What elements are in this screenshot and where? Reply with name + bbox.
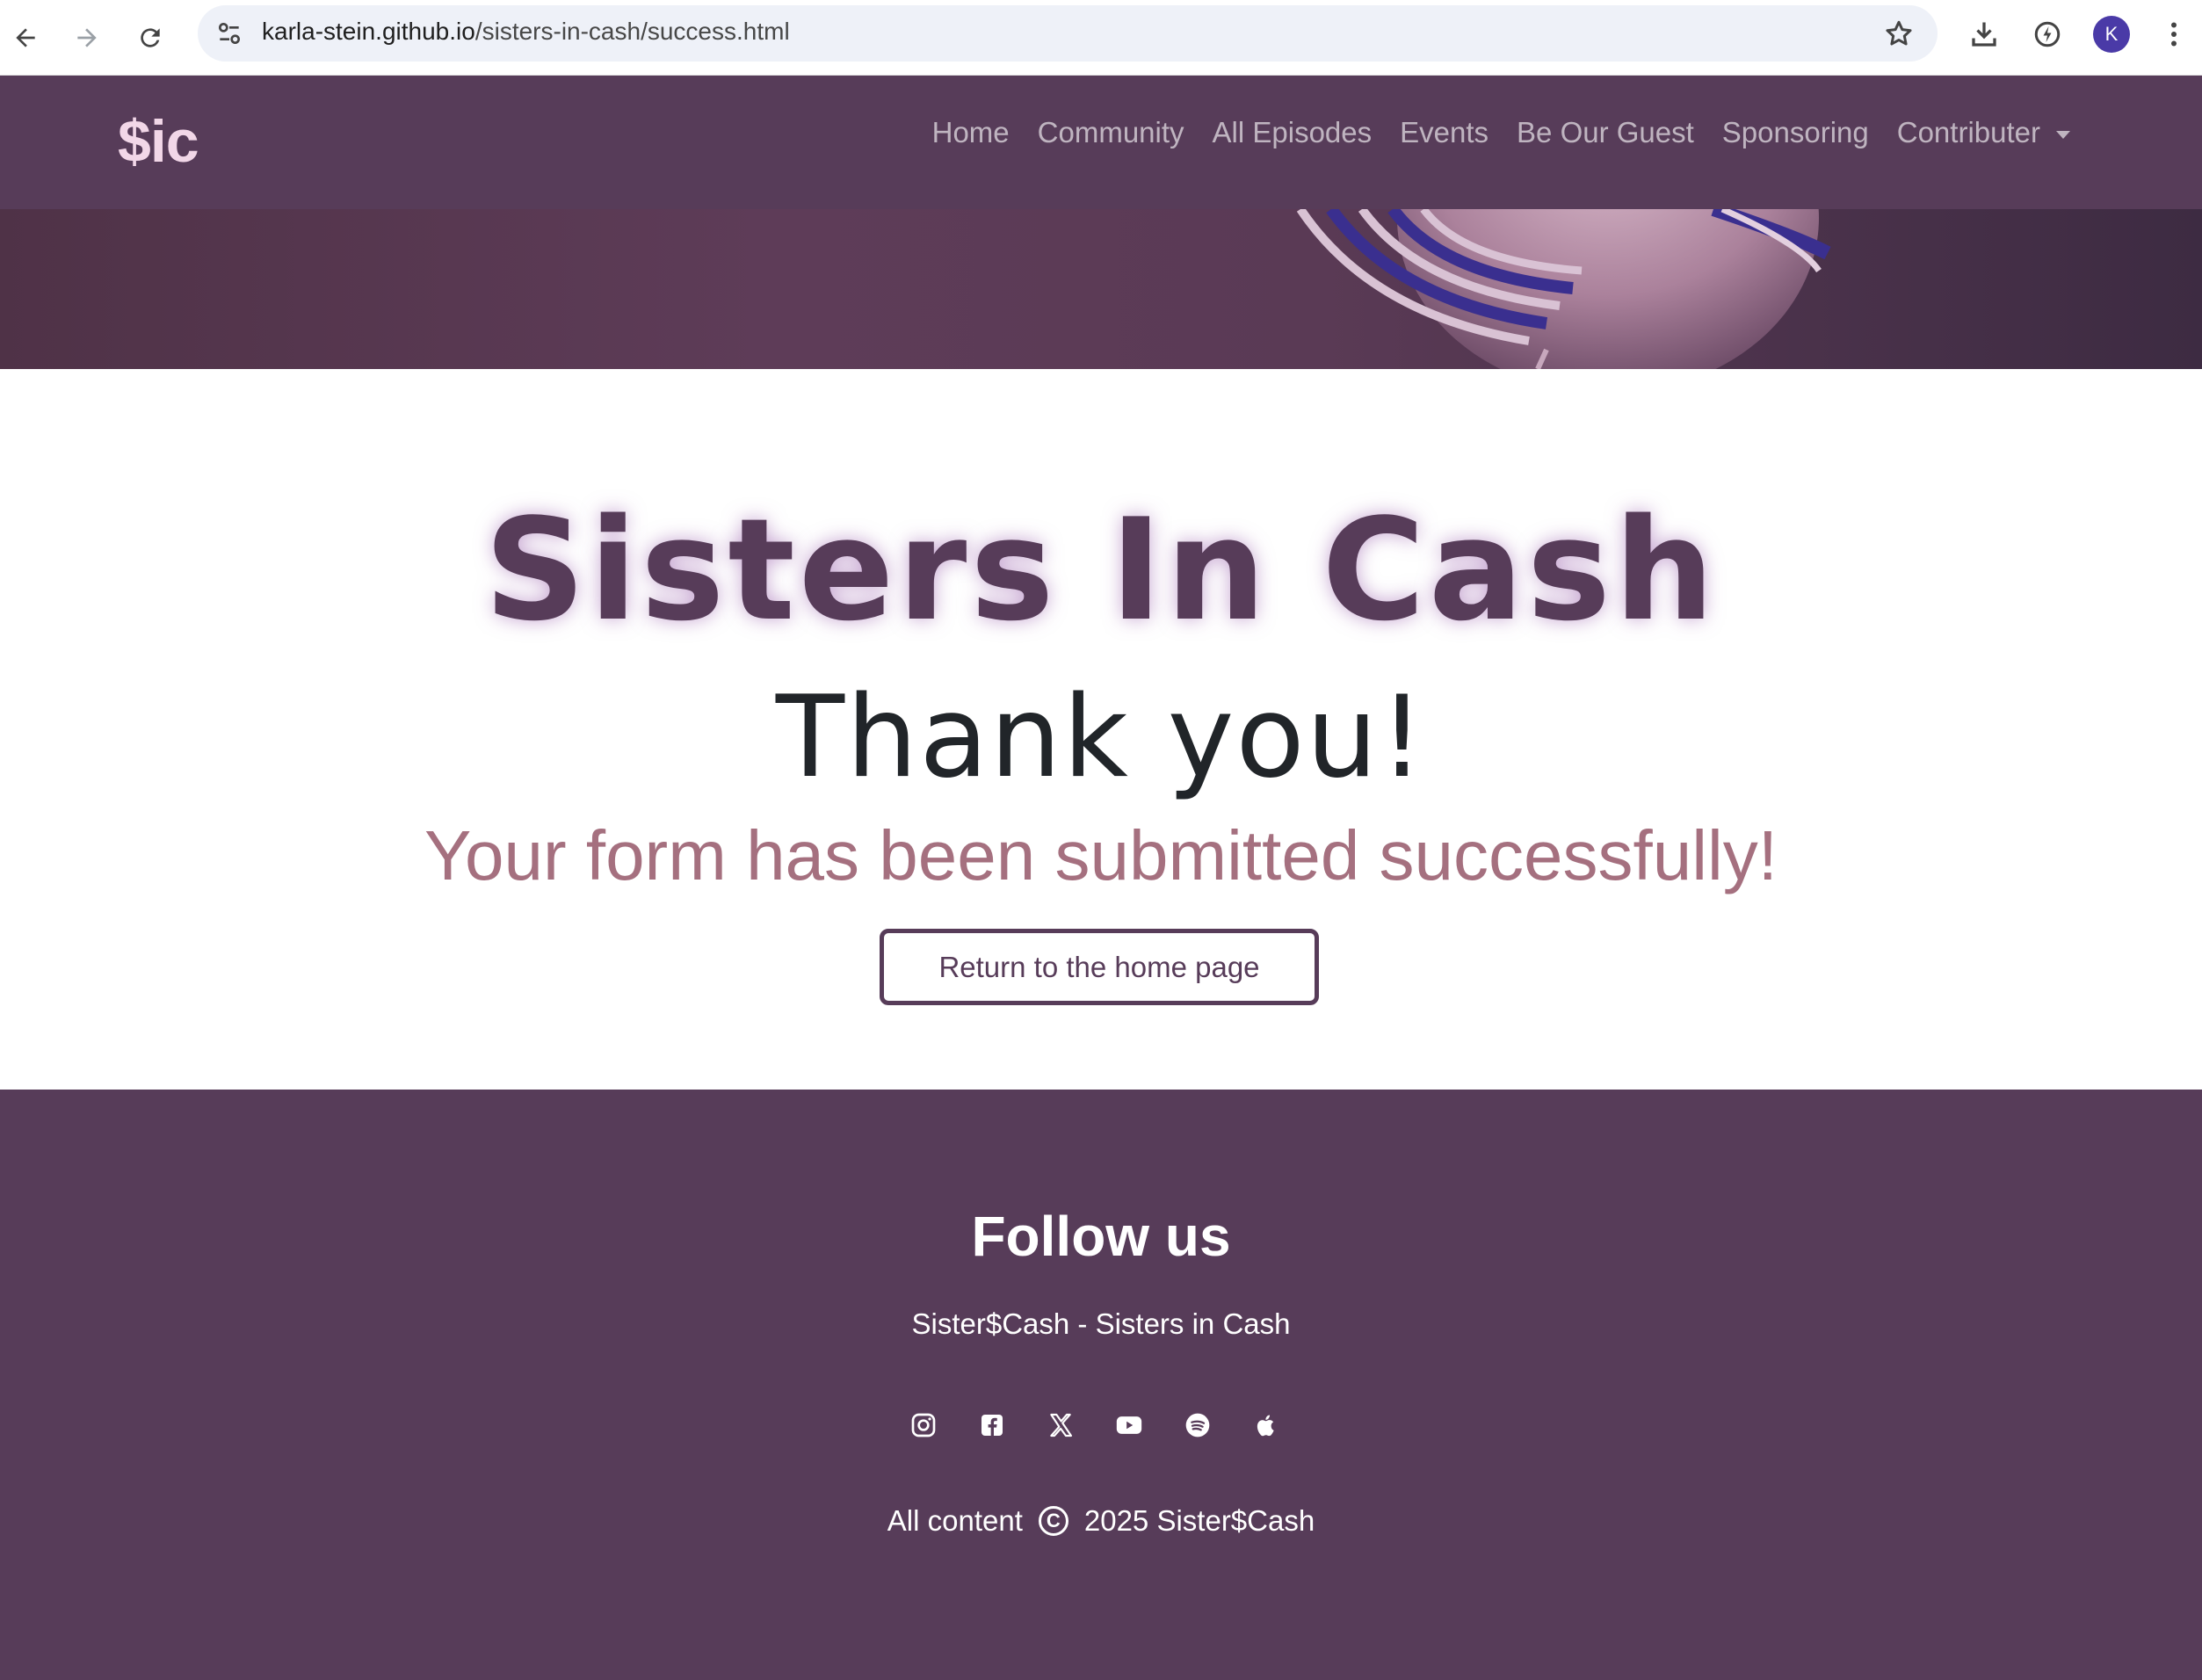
nav-dropdown-label: Contributer [1896,116,2040,148]
nav-link-home[interactable]: Home [932,116,1010,149]
success-message: Your form has been submitted successfull… [424,816,1778,894]
nav-link-sponsoring[interactable]: Sponsoring [1722,116,1869,149]
facebook-icon[interactable] [976,1409,1008,1441]
social-links [908,1409,1282,1441]
site-settings-icon[interactable] [215,19,243,47]
profile-avatar[interactable]: K [2093,16,2130,53]
performance-icon [2034,21,2061,47]
hero-banner-image [0,209,2202,369]
footer-tagline: Sister$Cash - Sisters in Cash [911,1307,1291,1340]
copyright-suffix: 2025 Sister$Cash [1083,1504,1315,1537]
site-footer: Follow us Sister$Cash - Sisters in Cash … [0,1090,2202,1680]
forward-button[interactable] [65,16,109,60]
forward-arrow-icon [77,28,97,47]
instagram-icon[interactable] [908,1409,939,1441]
bookmark-star-icon[interactable] [1883,18,1915,49]
browser-toolbar: karla-stein.github.io/sisters-in-cash/su… [0,0,2202,76]
copyright-icon: C [1038,1506,1068,1536]
copyright-prefix: All content [887,1504,1023,1537]
youtube-icon[interactable] [1113,1409,1145,1441]
spotify-icon[interactable] [1182,1409,1213,1441]
download-button[interactable] [1967,17,2002,52]
thank-you-heading: Thank you! [775,672,1427,803]
microphone-illustration [1296,209,1831,369]
reload-icon [141,28,160,47]
site-title: Sisters In Cash [484,488,1718,652]
brand-logo[interactable]: $ic [118,107,199,176]
nav-links: Home Community All Episodes Events Be Ou… [932,116,2070,149]
follow-us-heading: Follow us [971,1205,1231,1268]
nav-link-all-episodes[interactable]: All Episodes [1213,116,1373,149]
copyright-line: All content C 2025 Sister$Cash [0,1504,2202,1538]
nav-link-be-our-guest[interactable]: Be Our Guest [1517,116,1694,149]
url-path: /sisters-in-cash/success.html [474,18,790,45]
nav-link-community[interactable]: Community [1038,116,1184,149]
address-bar[interactable]: karla-stein.github.io/sisters-in-cash/su… [198,5,1938,62]
return-home-button[interactable]: Return to the home page [880,929,1319,1005]
back-button[interactable] [4,16,47,60]
x-twitter-icon[interactable] [1045,1409,1076,1441]
url-host: karla-stein.github.io [262,18,475,45]
reload-button[interactable] [128,16,172,60]
dropdown-caret-icon [2056,130,2070,139]
site-navbar: $ic Home Community All Episodes Events B… [0,76,2202,209]
url-text: karla-stein.github.io/sisters-in-cash/su… [262,18,790,46]
performance-button[interactable] [2030,17,2065,52]
more-vert-icon [2171,22,2177,47]
download-icon [1972,22,1996,47]
nav-link-events[interactable]: Events [1400,116,1489,149]
nav-dropdown-contributer[interactable]: Contributer [1897,116,2070,149]
menu-button[interactable] [2156,17,2191,52]
apple-icon[interactable] [1250,1409,1282,1441]
back-arrow-icon [16,28,35,47]
